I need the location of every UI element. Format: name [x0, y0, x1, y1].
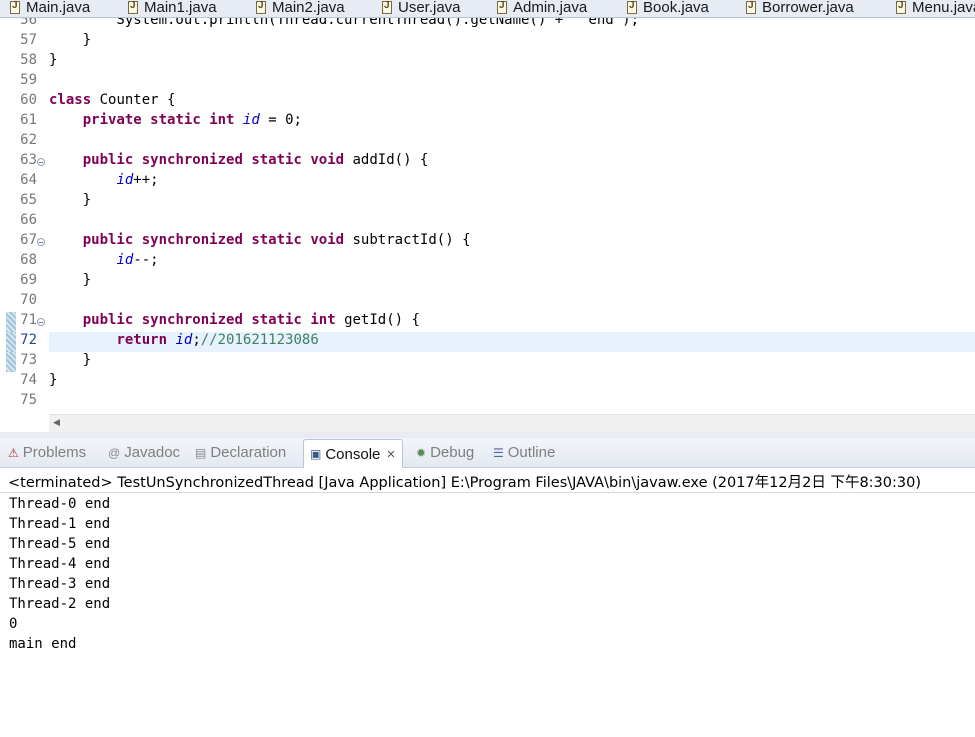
outline-icon: ☰	[493, 445, 504, 460]
java-file-icon	[10, 0, 20, 14]
java-file-icon	[497, 0, 507, 14]
editor-tab-label: Book.java	[643, 0, 709, 16]
line-number: 72	[20, 332, 37, 348]
line-number: 74	[20, 372, 37, 388]
console-output[interactable]: Thread-0 end Thread-1 end Thread-5 end T…	[0, 493, 975, 737]
horizontal-scrollbar[interactable]: ◀	[49, 414, 975, 432]
console-output-line: 0	[9, 616, 18, 632]
editor-tab-book[interactable]: Book.java	[627, 0, 709, 17]
line-number: 73	[20, 352, 37, 368]
editor-tab-bar: Main.java Main1.java Main2.java User.jav…	[0, 0, 975, 18]
editor-tab-label: Menu.java	[912, 0, 975, 16]
line-number: 69	[20, 272, 37, 288]
tab-outline[interactable]: ☰ Outline	[493, 438, 555, 467]
editor-tab-borrower[interactable]: Borrower.java	[746, 0, 854, 17]
line-number: 57	[20, 32, 37, 48]
tab-label: Declaration	[210, 444, 287, 461]
code-line: System.out.println(Thread.currentThread(…	[49, 18, 640, 28]
line-number: 62	[20, 132, 37, 148]
editor-tab-label: Borrower.java	[762, 0, 854, 16]
editor-tab-label: User.java	[398, 0, 461, 16]
line-number: 71	[20, 312, 37, 328]
console-output-line: main end	[9, 636, 77, 652]
tab-label: Problems	[22, 444, 87, 461]
close-icon[interactable]: ✕	[386, 448, 395, 461]
line-number: 65	[20, 192, 37, 208]
line-number: 60	[20, 92, 37, 108]
javadoc-icon: @	[108, 445, 121, 460]
code-line: }	[49, 32, 92, 48]
tab-label: Javadoc	[124, 444, 181, 461]
editor-tab-label: Admin.java	[513, 0, 588, 16]
code-line: public synchronized static void subtract…	[82, 232, 471, 248]
line-number: 64	[20, 172, 37, 188]
editor-tab-label: Main2.java	[272, 0, 345, 16]
problems-icon: ⚠	[8, 445, 19, 460]
line-number: 56	[20, 18, 37, 28]
tab-label: Debug	[430, 444, 475, 461]
line-number: 68	[20, 252, 37, 268]
tab-label: Console	[325, 445, 381, 463]
line-number: 63	[20, 152, 37, 168]
line-number: 61	[20, 112, 37, 128]
java-file-icon	[256, 0, 266, 14]
tab-console[interactable]: ▣ Console ✕	[303, 439, 403, 468]
code-line: class Counter {	[49, 92, 176, 108]
editor-tab-admin[interactable]: Admin.java	[497, 0, 587, 17]
code-line: }	[49, 372, 58, 388]
editor-tab-main[interactable]: Main.java	[10, 0, 90, 17]
tab-label: Outline	[507, 444, 556, 461]
console-output-line: Thread-4 end	[9, 556, 111, 572]
line-number: 58	[20, 52, 37, 68]
tab-javadoc[interactable]: @ Javadoc	[108, 438, 180, 467]
console-output-line: Thread-3 end	[9, 576, 111, 592]
code-line: public synchronized static int getId() {	[82, 312, 420, 328]
line-number: 70	[20, 292, 37, 308]
code-line: }	[49, 272, 92, 288]
java-file-icon	[382, 0, 392, 14]
panel-tab-bar: ⚠ Problems @ Javadoc ▤ Declaration ▣ Console…	[0, 438, 975, 468]
code-line: return id;//201621123086	[116, 332, 319, 348]
line-number: 66	[20, 212, 37, 228]
code-line: }	[49, 192, 92, 208]
console-icon: ▣	[310, 447, 322, 461]
java-file-icon	[128, 0, 138, 14]
code-editor[interactable]: 56 System.out.println(Thread.currentThre…	[0, 18, 975, 415]
code-line: private static int id = 0;	[82, 112, 302, 128]
editor-tab-menu[interactable]: Menu.java	[896, 0, 975, 17]
code-line: }	[49, 52, 58, 68]
editor-tab-main2[interactable]: Main2.java	[256, 0, 345, 17]
code-line: public synchronized static void addId() …	[82, 152, 429, 168]
line-number: 75	[20, 392, 37, 408]
line-number: 59	[20, 72, 37, 88]
console-output-line: Thread-5 end	[9, 536, 111, 552]
declaration-icon: ▤	[195, 445, 207, 460]
java-file-icon	[627, 0, 637, 14]
editor-tab-main1[interactable]: Main1.java	[128, 0, 217, 17]
fold-toggle-icon[interactable]	[37, 318, 45, 326]
editor-tab-label: Main.java	[26, 0, 91, 16]
tab-declaration[interactable]: ▤ Declaration	[195, 438, 286, 467]
java-file-icon	[746, 0, 756, 14]
console-output-line: Thread-0 end	[9, 496, 111, 512]
tab-debug[interactable]: ✹ Debug	[416, 438, 474, 467]
scroll-left-icon[interactable]: ◀	[53, 418, 60, 428]
line-number: 67	[20, 232, 37, 248]
code-line: id++;	[116, 172, 159, 188]
debug-icon: ✹	[416, 445, 427, 460]
tab-problems[interactable]: ⚠ Problems	[8, 438, 86, 467]
code-line: id--;	[116, 252, 159, 268]
fold-toggle-icon[interactable]	[37, 158, 45, 166]
editor-tab-label: Main1.java	[144, 0, 217, 16]
console-output-line: Thread-2 end	[9, 596, 111, 612]
editor-tab-user[interactable]: User.java	[382, 0, 461, 17]
console-status-line: <terminated> TestUnSynchronizedThread [J…	[0, 468, 975, 493]
code-line: }	[49, 352, 92, 368]
fold-toggle-icon[interactable]	[37, 238, 45, 246]
console-output-line: Thread-1 end	[9, 516, 111, 532]
console-process-label: <terminated> TestUnSynchronizedThread [J…	[8, 475, 921, 491]
java-file-icon	[896, 0, 906, 14]
